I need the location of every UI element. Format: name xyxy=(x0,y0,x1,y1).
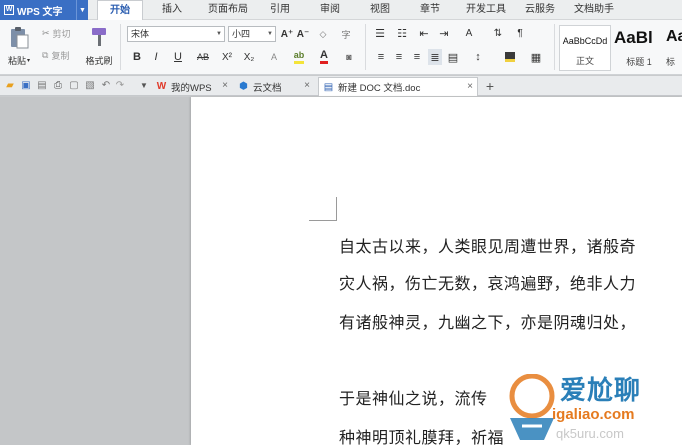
highlight-color-button[interactable]: ab xyxy=(290,49,308,65)
doc-tab-my-wps[interactable]: W 我的WPS × xyxy=(152,77,232,96)
italic-button[interactable]: I xyxy=(149,49,163,65)
redo-icon[interactable]: ↷ xyxy=(114,80,126,92)
paragraph-line[interactable]: 种神明顶礼膜拜，祈福 xyxy=(339,424,682,445)
format-painter-button[interactable]: 格式刷 xyxy=(82,54,116,66)
tab-page-layout[interactable]: 页面布局 xyxy=(202,0,254,20)
paste-button[interactable]: 粘贴 ▾ xyxy=(4,54,34,66)
cut-button[interactable]: ✂ 剪切 xyxy=(42,26,82,40)
border-icon[interactable]: ▦ xyxy=(526,49,546,65)
subscript-button[interactable]: X₂ xyxy=(241,49,257,65)
output-pdf-icon[interactable]: ▤ xyxy=(36,80,48,92)
superscript-button[interactable]: X² xyxy=(219,49,235,65)
close-icon[interactable]: × xyxy=(304,80,310,91)
bullet-list-icon[interactable]: ☰ xyxy=(372,26,388,40)
clear-format-icon[interactable]: ◇ xyxy=(316,26,330,42)
print-icon[interactable]: ⎙ xyxy=(52,80,64,92)
paragraph-line[interactable]: 自太古以来，人类眼见周遭世界，诸般奇 xyxy=(339,233,682,257)
strikethrough-button[interactable]: AB xyxy=(193,49,213,65)
undo-icon[interactable]: ↶ xyxy=(100,80,112,92)
underline-button[interactable]: U xyxy=(168,49,188,65)
paste-label: 粘贴 xyxy=(7,55,26,66)
doc-tab-new-doc[interactable]: ▤ 新建 DOC 文档.doc × xyxy=(318,77,478,96)
style-heading-2[interactable]: Aa 标 xyxy=(666,25,682,71)
text-effect-icon[interactable]: A xyxy=(266,49,282,65)
close-icon[interactable]: × xyxy=(467,81,473,92)
document-tab-bar: ▰ ▣ ▤ ⎙ ▢ ▧ ↶ ↷ ▼ W 我的WPS × ⬢ 云文档 × ▤ 新建… xyxy=(0,76,682,96)
tab-doc-assistant[interactable]: 文档助手 xyxy=(568,0,620,20)
tab-references[interactable]: 引用 xyxy=(262,0,298,20)
align-left-icon[interactable]: ≡ xyxy=(374,49,388,65)
align-center-icon[interactable]: ≡ xyxy=(392,49,406,65)
tab-chapter[interactable]: 章节 xyxy=(412,0,448,20)
divider xyxy=(365,24,366,70)
copy-icon: ⧉ xyxy=(42,49,49,60)
pinyin-guide-icon[interactable]: 字 xyxy=(337,26,355,42)
format-painter-icon[interactable] xyxy=(86,24,112,50)
tab-home[interactable]: 开始 xyxy=(97,0,143,21)
margin-corner-mark xyxy=(309,197,337,221)
tab-insert[interactable]: 插入 xyxy=(152,0,192,20)
scissors-icon: ✂ xyxy=(42,27,50,38)
menu-bar: W WPS 文字 ▼ 开始 插入 页面布局 引用 审阅 视图 章节 开发工具 云… xyxy=(0,0,682,21)
print-preview-icon[interactable]: ▢ xyxy=(68,80,80,92)
show-marks-icon[interactable]: ¶ xyxy=(512,26,528,40)
align-right-icon[interactable]: ≡ xyxy=(410,49,424,65)
paste-icon[interactable] xyxy=(6,24,32,52)
sort-icon[interactable]: ⇅ xyxy=(490,26,506,40)
tab-view[interactable]: 视图 xyxy=(362,0,398,20)
copy-button[interactable]: ⧉ 复制 xyxy=(42,48,82,62)
increase-indent-icon[interactable]: ⇥ xyxy=(436,26,452,40)
paragraph-line[interactable]: 有诸般神灵，九幽之下，亦是阴魂归处， xyxy=(339,309,682,333)
ribbon: 粘贴 ▾ ✂ 剪切 ⧉ 复制 格式刷 宋体 ▼ 小四 ▼ A⁺ A⁻ ◇ 字 B I U … xyxy=(0,20,682,75)
app-name: WPS 文字 xyxy=(17,6,63,18)
justify-icon[interactable]: ≣ xyxy=(428,49,442,65)
chinese-layout-icon[interactable]: A xyxy=(460,26,478,40)
paragraph-line[interactable]: 灾人祸，伤亡无数，哀鸿遍野，绝非人力 xyxy=(339,270,682,294)
highlighter-icon: ab xyxy=(293,50,305,64)
distributed-align-icon[interactable]: ▤ xyxy=(446,49,460,65)
font-name-select[interactable]: 宋体 ▼ xyxy=(127,26,225,42)
new-tab-icon[interactable]: + xyxy=(484,79,496,93)
style-normal[interactable]: AaBbCcDd 正文 xyxy=(559,25,611,71)
decrease-indent-icon[interactable]: ⇤ xyxy=(416,26,432,40)
open-folder-icon[interactable]: ▰ xyxy=(4,80,16,92)
tab-cloud-service[interactable]: 云服务 xyxy=(520,0,560,20)
app-menu-button[interactable]: W WPS 文字 ▼ xyxy=(0,0,88,20)
wps-logo-icon: W xyxy=(4,5,14,15)
style-heading-1[interactable]: AaBl 标题 1 xyxy=(612,25,666,71)
bold-button[interactable]: B xyxy=(130,49,144,65)
divider xyxy=(120,24,121,70)
grow-font-button[interactable]: A⁺ xyxy=(280,26,294,42)
save-icon[interactable]: ▣ xyxy=(20,80,32,92)
wps-logo-icon: W xyxy=(156,81,167,92)
cloud-cube-icon: ⬢ xyxy=(239,81,248,92)
font-color-button[interactable]: A xyxy=(316,49,332,65)
line-spacing-icon[interactable]: ↕ xyxy=(468,49,488,65)
tab-review[interactable]: 审阅 xyxy=(312,0,348,20)
font-size-select[interactable]: 小四 ▼ xyxy=(228,26,276,42)
doc-tab-cloud-docs[interactable]: ⬢ 云文档 × xyxy=(234,77,314,96)
character-border-icon[interactable]: ◙ xyxy=(340,49,358,65)
chevron-down-icon[interactable]: ▼ xyxy=(76,0,88,20)
close-icon[interactable]: × xyxy=(222,80,228,91)
shrink-font-button[interactable]: A⁻ xyxy=(296,26,310,42)
shading-icon[interactable] xyxy=(500,49,520,65)
paragraph-line[interactable]: 于是神仙之说，流传 xyxy=(339,385,682,409)
doc-file-icon: ▤ xyxy=(323,81,334,93)
tab-developer[interactable]: 开发工具 xyxy=(460,0,512,20)
chevron-down-icon[interactable]: ▼ xyxy=(138,80,150,92)
numbered-list-icon[interactable]: ☷ xyxy=(394,26,410,40)
chevron-down-icon: ▼ xyxy=(216,31,222,37)
spell-check-icon[interactable]: ▧ xyxy=(84,80,96,92)
chevron-down-icon: ▼ xyxy=(267,31,273,37)
divider xyxy=(554,24,555,70)
